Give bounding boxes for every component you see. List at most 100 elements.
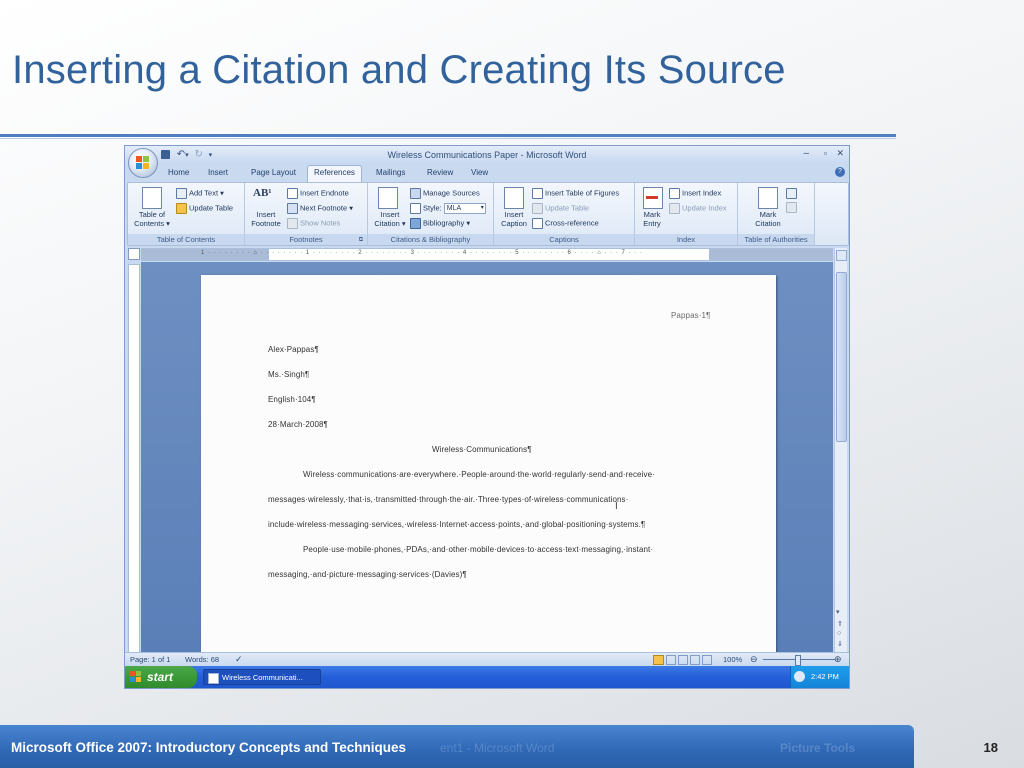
full-screen-icon[interactable] <box>666 655 677 665</box>
split-icon[interactable] <box>836 250 847 261</box>
draft-icon[interactable] <box>702 655 713 665</box>
view-buttons[interactable] <box>653 655 713 665</box>
minimize-button[interactable]: – <box>803 148 809 159</box>
doc-line: Alex·Pappas¶ <box>268 345 319 354</box>
scroll-down-icon[interactable]: ▾ <box>836 608 840 616</box>
ribbon-tabs: Home Insert Page Layout References Maili… <box>125 165 849 186</box>
table-of-figures-icon <box>532 188 543 199</box>
insert-table-of-authorities-icon[interactable] <box>786 188 797 199</box>
scrollbar-thumb[interactable] <box>836 272 847 442</box>
add-text-button[interactable]: Add Text ▾ <box>176 188 224 199</box>
group-captions: Insert Caption Insert Table of Figures Up… <box>494 183 635 245</box>
doc-line: messages·wirelessly,·that·is,·transmitte… <box>268 495 629 504</box>
tab-home[interactable]: Home <box>168 168 189 177</box>
help-icon[interactable]: ? <box>835 167 845 177</box>
document-page[interactable]: Pappas·1¶ Alex·Pappas¶ Ms.·Singh¶ Englis… <box>201 275 776 655</box>
group-label: Table of Contents <box>128 234 244 245</box>
mark-entry-icon <box>643 187 663 209</box>
footer-background-text: ent1 - Microsoft Word <box>440 741 555 755</box>
group-label: Table of Authorities <box>738 234 814 245</box>
insert-caption-button[interactable]: Insert Caption <box>497 210 531 228</box>
tray-icon[interactable] <box>794 671 805 682</box>
doc-line: Wireless·communications·are·everywhere.·… <box>303 470 655 479</box>
tab-page-layout[interactable]: Page Layout <box>251 168 296 177</box>
insert-footnote-icon: AB¹ <box>253 187 272 199</box>
customize-qat-icon[interactable]: ▾ <box>209 152 213 159</box>
taskbar-item-word[interactable]: Wireless Communicati... <box>203 669 321 685</box>
bibliography-icon <box>410 218 421 229</box>
insert-endnote-button[interactable]: Insert Endnote <box>287 188 349 199</box>
dialog-launcher-icon[interactable]: ⧉ <box>359 237 363 244</box>
show-notes-button[interactable]: Show Notes <box>287 218 340 229</box>
title-divider-light <box>0 138 896 139</box>
cross-reference-icon <box>532 218 543 229</box>
previous-page-icon[interactable]: ⇑ <box>837 620 843 628</box>
insert-index-button[interactable]: Insert Index <box>669 188 721 199</box>
bibliography-button[interactable]: Bibliography ▾ <box>410 218 470 229</box>
group-table-of-contents: Table of Contents ▾ Add Text ▾ Update Tab… <box>128 183 245 245</box>
doc-heading: Wireless·Communications¶ <box>432 445 532 454</box>
windows-logo-icon <box>130 671 142 683</box>
tab-mailings[interactable]: Mailings <box>376 168 405 177</box>
word-icon <box>208 673 219 684</box>
zoom-level[interactable]: 100% <box>723 655 742 664</box>
zoom-in-icon[interactable]: ⊕ <box>834 654 842 665</box>
vertical-scrollbar[interactable]: ▾ ⇑ ○ ⇓ <box>834 248 847 652</box>
tab-review[interactable]: Review <box>427 168 453 177</box>
slide-footer: ent1 - Microsoft Word Picture Tools Micr… <box>0 725 914 768</box>
insert-endnote-icon <box>287 188 298 199</box>
group-label: Captions <box>494 234 634 245</box>
horizontal-ruler[interactable]: 1 · · · · · · · · ⌂ · · · · · · · · 1 · … <box>141 248 833 261</box>
outline-icon[interactable] <box>690 655 701 665</box>
group-index: Mark Entry Insert Index Update Index Inde… <box>635 183 738 245</box>
update-table-button[interactable]: Update Table <box>176 203 233 214</box>
page-header: Pappas·1¶ <box>671 311 711 320</box>
undo-icon[interactable]: ↶ <box>177 149 185 160</box>
style-dropdown[interactable]: MLA ▾ <box>443 203 486 214</box>
manage-sources-button[interactable]: Manage Sources <box>410 188 480 199</box>
table-of-contents-button[interactable]: Table of Contents ▾ <box>132 210 172 228</box>
start-button[interactable]: start <box>125 666 197 688</box>
style-icon <box>410 203 421 214</box>
insert-citation-button[interactable]: Insert Citation ▾ <box>371 210 409 228</box>
zoom-slider-handle[interactable] <box>795 655 801 666</box>
quick-access-toolbar: ↶▾ ↻ ▾ <box>161 149 212 160</box>
tab-selector[interactable] <box>128 248 140 260</box>
next-footnote-icon <box>287 203 298 214</box>
select-browse-object-icon[interactable]: ○ <box>837 630 841 637</box>
page-count[interactable]: Page: 1 of 1 <box>130 655 170 664</box>
title-bar: Wireless Communications Paper - Microsof… <box>125 146 849 164</box>
insert-table-of-figures-button[interactable]: Insert Table of Figures <box>532 188 619 199</box>
clock: 2:42 PM <box>811 672 839 681</box>
restore-button[interactable]: ▫ <box>824 148 827 158</box>
group-label: Citations & Bibliography <box>368 234 493 245</box>
office-button[interactable] <box>128 148 158 178</box>
zoom-out-icon[interactable]: ⊖ <box>750 654 758 665</box>
proofing-icon[interactable]: ✓ <box>235 654 243 665</box>
print-layout-icon[interactable] <box>653 655 664 665</box>
mark-citation-button[interactable]: Mark Citation <box>750 210 786 228</box>
word-count[interactable]: Words: 68 <box>185 655 219 664</box>
footer-text: Microsoft Office 2007: Introductory Conc… <box>11 740 407 755</box>
tab-insert[interactable]: Insert <box>208 168 228 177</box>
insert-footnote-button[interactable]: Insert Footnote <box>248 210 284 228</box>
next-page-icon[interactable]: ⇓ <box>837 640 843 648</box>
update-table-icon <box>176 203 187 214</box>
group-footnotes: AB¹ Insert Footnote Insert Endnote Next F… <box>245 183 368 245</box>
web-layout-icon[interactable] <box>678 655 689 665</box>
update-index-button[interactable]: Update Index <box>669 203 727 214</box>
cross-reference-button[interactable]: Cross-reference <box>532 218 599 229</box>
mark-entry-button[interactable]: Mark Entry <box>637 210 667 228</box>
slide-title: Inserting a Citation and Creating Its So… <box>12 48 786 92</box>
show-notes-icon <box>287 218 298 229</box>
status-bar: Page: 1 of 1 Words: 68 ✓ 100% ⊖ ⊕ <box>125 652 849 667</box>
insert-citation-icon <box>378 187 398 209</box>
update-table-authorities-icon[interactable] <box>786 202 797 213</box>
system-tray: 2:42 PM <box>790 666 849 688</box>
update-table-figures-button[interactable]: Update Table <box>532 203 589 214</box>
close-button[interactable]: ✕ <box>836 148 844 159</box>
tab-view[interactable]: View <box>471 168 488 177</box>
next-footnote-button[interactable]: Next Footnote ▾ <box>287 203 353 214</box>
save-icon[interactable] <box>161 149 170 159</box>
redo-icon[interactable]: ↻ <box>194 149 202 160</box>
